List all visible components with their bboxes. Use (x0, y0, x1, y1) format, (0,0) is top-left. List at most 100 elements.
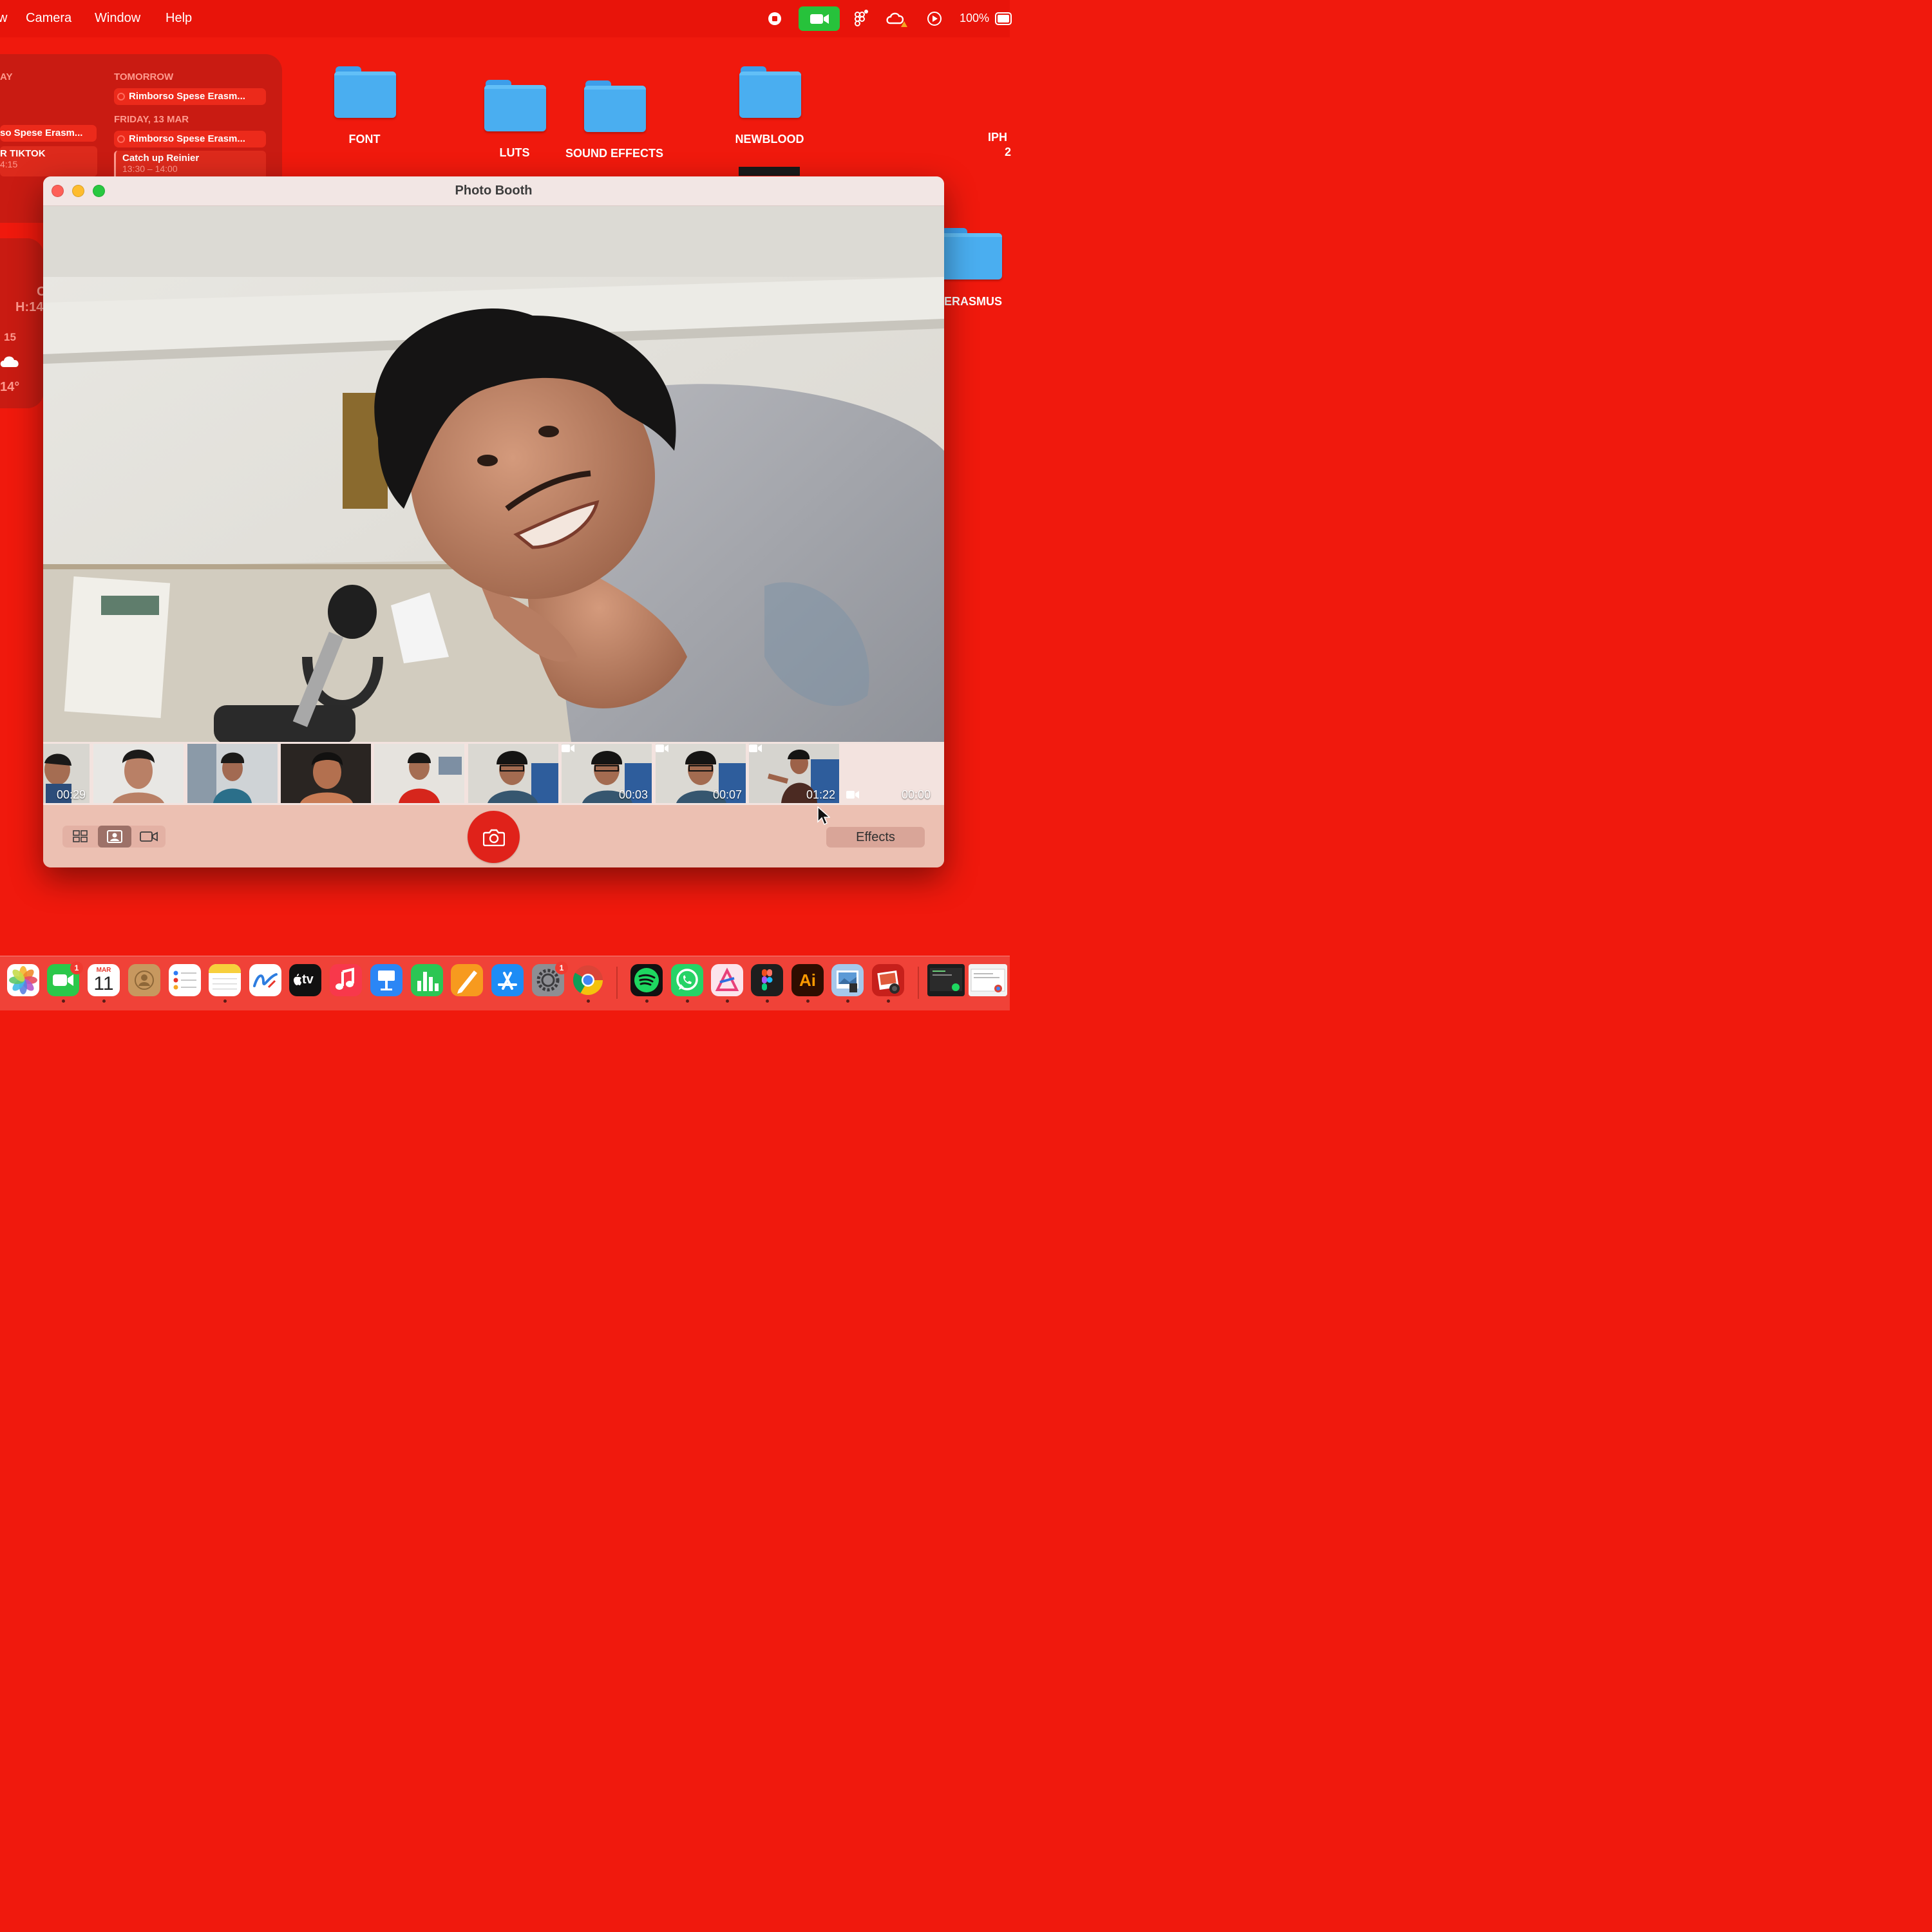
thumbnail[interactable] (93, 744, 184, 803)
calendar-app-icon[interactable]: MAR 11 (88, 964, 120, 996)
menu-view[interactable]: w (0, 11, 7, 26)
app-store-app-icon[interactable] (491, 964, 524, 996)
creative-cloud-icon[interactable] (885, 9, 908, 28)
desktop-file-thumbnail[interactable] (739, 167, 800, 176)
calendar-event-tomorrow[interactable]: Rimborso Spese Erasm... (114, 88, 266, 105)
running-indicator (766, 999, 769, 1003)
running-indicator (102, 999, 106, 1003)
illustrator-label: Ai (799, 971, 816, 990)
now-playing-icon[interactable] (926, 9, 943, 28)
menu-bar: w Camera Window Help 100% (0, 0, 1012, 37)
thumbnail[interactable]: 00:29 (43, 744, 90, 803)
thumbnail[interactable] (374, 744, 464, 803)
folder-luts-icon[interactable] (484, 80, 546, 131)
thumbnail[interactable] (187, 744, 278, 803)
running-indicator (223, 999, 227, 1003)
video-mode-button[interactable] (132, 826, 166, 848)
folder-erasmus-icon[interactable] (940, 228, 1002, 279)
folder-font-icon[interactable] (334, 66, 396, 118)
minimized-window-document[interactable] (969, 964, 1007, 996)
figma-icon (762, 969, 773, 990)
thumbnail[interactable]: 00:07 (656, 744, 746, 803)
freeform-app-icon[interactable] (249, 964, 281, 996)
recording-timer: 00:00 (901, 788, 931, 801)
menu-camera[interactable]: Camera (26, 11, 71, 26)
thumbnail[interactable] (468, 744, 558, 803)
desktop-item-partial-label-2[interactable]: 2 (1005, 146, 1011, 159)
thumbnail[interactable] (281, 744, 371, 803)
event-dot-icon (117, 93, 125, 100)
affinity-app-icon[interactable] (711, 964, 743, 996)
battery-percent[interactable]: 100% (960, 12, 989, 25)
folder-newblood-icon[interactable] (739, 66, 801, 118)
folder-font-label[interactable]: FONT (349, 133, 381, 146)
desktop: w Camera Window Help 100% AY TOMORROW Ri… (0, 0, 1012, 1010)
menu-window[interactable]: Window (95, 11, 140, 26)
dock: 1 MAR 11 tv 1 Ai (0, 956, 1010, 1010)
keynote-app-icon[interactable] (370, 964, 402, 996)
grid-mode-button[interactable] (64, 826, 97, 848)
thumbnail-duration: 00:29 (56, 788, 86, 801)
spotify-app-icon[interactable] (630, 964, 663, 996)
whatsapp-icon (676, 969, 698, 990)
minimized-window-terminal[interactable] (927, 964, 965, 996)
battery-icon[interactable] (995, 12, 1012, 25)
calendar-event-tiktok[interactable]: R TIKTOK 4:15 (0, 146, 97, 176)
preview-icon (837, 971, 858, 992)
thumbnail-strip[interactable]: 00:29 00:03 00:07 01:22 00:00 (43, 742, 944, 805)
thumbnail[interactable]: 01:22 (749, 744, 839, 803)
figma-menubar-icon[interactable] (853, 9, 868, 28)
contacts-app-icon[interactable] (128, 964, 160, 996)
contacts-icon (128, 964, 160, 996)
photo-booth-app-icon[interactable] (872, 964, 904, 996)
illustrator-app-icon[interactable]: Ai (791, 964, 824, 996)
thumbnail[interactable]: 00:03 (562, 744, 652, 803)
folder-newblood-label[interactable]: NEWBLOOD (735, 133, 804, 146)
tv-app-icon[interactable]: tv (289, 964, 321, 996)
facetime-app-icon[interactable]: 1 (47, 961, 83, 996)
tv-label: tv (302, 972, 314, 987)
photo-mode-button[interactable] (98, 826, 131, 848)
camera-in-use-icon[interactable] (799, 6, 840, 31)
menu-help[interactable]: Help (166, 11, 192, 26)
thumbnail-image (93, 744, 184, 803)
friday-header: FRIDAY, 13 MAR (114, 114, 189, 125)
numbers-app-icon[interactable] (411, 964, 443, 996)
folder-sound-effects-label[interactable]: SOUND EFFECTS (565, 147, 663, 160)
weather-temp: 14° (0, 380, 20, 394)
running-indicator (806, 999, 810, 1003)
dock-separator (616, 967, 618, 999)
window-thumbnail-icon (930, 968, 962, 991)
preview-app-icon[interactable] (831, 964, 864, 996)
chrome-app-icon[interactable] (572, 964, 604, 996)
music-app-icon[interactable] (330, 964, 362, 996)
window-thumbnail-icon (971, 969, 1005, 992)
folder-luts-label[interactable]: LUTS (500, 146, 530, 160)
running-indicator (587, 999, 590, 1003)
folder-erasmus-label[interactable]: ERASMUS (944, 295, 1002, 308)
reminders-app-icon[interactable] (169, 964, 201, 996)
weather-widget[interactable]: C H:14 15 14° (0, 238, 46, 408)
take-photo-button[interactable] (468, 811, 520, 863)
whatsapp-app-icon[interactable] (671, 964, 703, 996)
screen-record-stop-icon[interactable] (766, 9, 783, 28)
photo-booth-window: Photo Booth 00:29 00:03 00:07 01:22 00:0… (43, 176, 944, 867)
calendar-event-friday[interactable]: Rimborso Spese Erasm... (114, 131, 266, 147)
bar-chart-icon (417, 972, 439, 991)
photos-app-icon[interactable] (7, 964, 39, 996)
camera-shutter-icon (482, 829, 505, 846)
figma-app-icon[interactable] (751, 964, 783, 996)
desktop-item-partial-label[interactable]: IPH (988, 131, 1007, 144)
event-title: R TIKTOK (0, 148, 46, 159)
effects-button[interactable]: Effects (826, 827, 925, 848)
pages-app-icon[interactable] (451, 964, 483, 996)
notes-app-icon[interactable] (209, 964, 241, 996)
system-settings-app-icon[interactable]: 1 (532, 961, 568, 996)
event-title: Rimborso Spese Erasm... (129, 91, 245, 102)
reminders-icon (173, 971, 196, 990)
folder-sound-effects-icon[interactable] (584, 80, 646, 132)
notes-icon (209, 964, 241, 990)
window-titlebar[interactable]: Photo Booth (43, 176, 944, 206)
running-indicator (846, 999, 849, 1003)
calendar-event-today[interactable]: so Spese Erasm... (0, 125, 97, 142)
